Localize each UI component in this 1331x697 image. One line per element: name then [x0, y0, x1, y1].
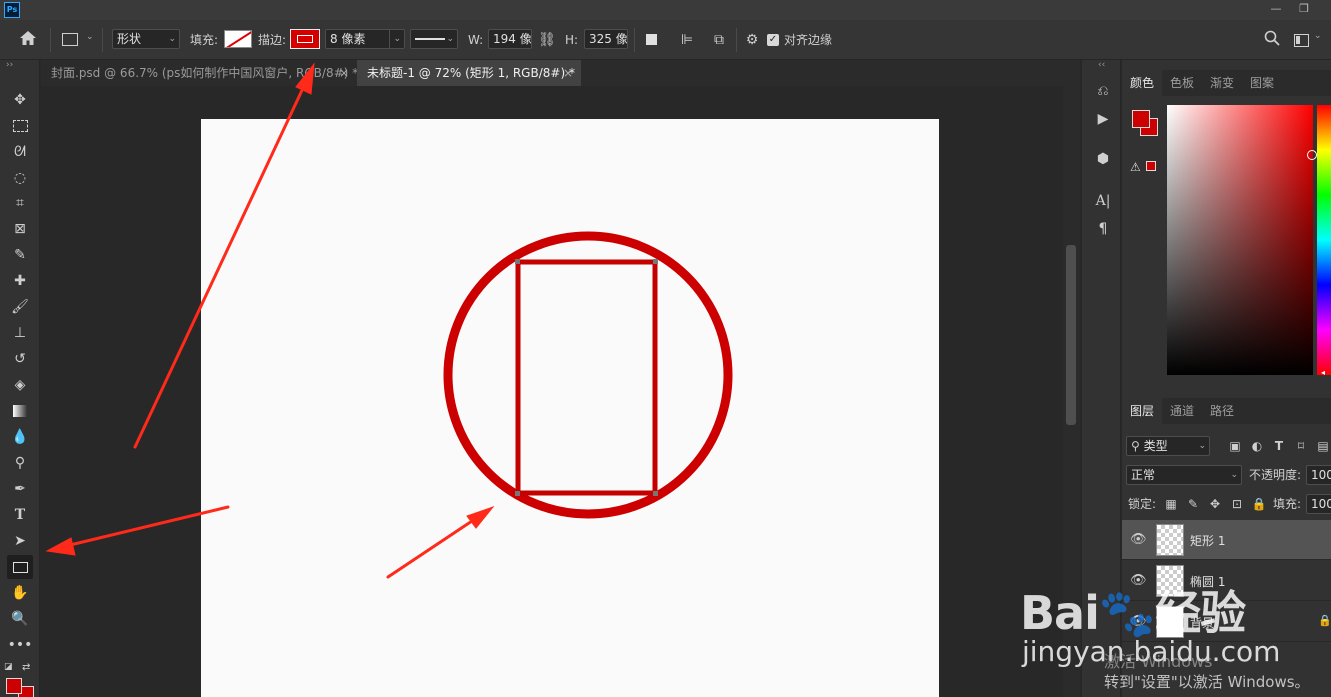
lock-label: 锁定: [1128, 497, 1157, 511]
layer-name: 矩形 1 [1190, 534, 1226, 548]
lock-position-icon[interactable]: ✥ [1206, 494, 1224, 514]
right-panels: 颜色 色板 渐变 图案 ⚠ ◂ 图层 通道 路径 ⚲ 类型 ⌄ ▣ ◐ T ⌑ … [1122, 60, 1331, 697]
actions-play-icon[interactable]: ▶ [1092, 108, 1114, 130]
pixel-layer-filter-icon[interactable]: ▣ [1226, 436, 1244, 456]
tab-color[interactable]: 颜色 [1122, 70, 1162, 96]
ellipse-1-shape [443, 231, 733, 519]
shape-layer-filter-icon[interactable]: ⌑ [1292, 436, 1310, 456]
tab-gradients[interactable]: 渐变 [1202, 70, 1242, 96]
opacity-input[interactable]: 100 [1306, 465, 1331, 485]
type-layer-filter-icon[interactable]: T [1270, 436, 1288, 456]
rectangle-1-shape [515, 259, 658, 496]
visibility-eye-icon[interactable]: 👁 [1130, 532, 1147, 547]
fill-label: 填充: [1273, 497, 1302, 511]
tab-paths[interactable]: 路径 [1202, 398, 1242, 424]
smart-object-filter-icon[interactable]: ▤ [1314, 436, 1331, 456]
visibility-eye-icon[interactable]: 👁 [1130, 573, 1147, 588]
layer-row-ellipse-1[interactable]: 👁 椭圆 1 [1122, 561, 1331, 601]
restore-button[interactable]: ❐ [1290, 0, 1318, 20]
workspace-icon [1294, 34, 1309, 47]
layer-thumbnail [1156, 524, 1184, 556]
collapse-icon[interactable]: ‹‹ [1098, 60, 1105, 70]
lock-all-icon[interactable]: 🔒 [1250, 494, 1268, 514]
lock-artboard-icon[interactable]: ⊡ [1228, 494, 1246, 514]
minimize-button[interactable]: — [1262, 0, 1290, 20]
layer-name: 椭圆 1 [1190, 575, 1226, 589]
visibility-eye-icon[interactable]: 👁 [1130, 614, 1147, 629]
chevron-down-icon: ⌄ [1314, 31, 1322, 41]
layer-filter-select[interactable]: ⚲ 类型 ⌄ [1126, 436, 1210, 456]
search-icon[interactable] [1262, 30, 1282, 52]
canvas-shapes [45, 62, 733, 579]
tab-layers[interactable]: 图层 [1122, 398, 1162, 424]
panel-foreground-swatch[interactable] [1132, 110, 1150, 128]
blend-mode-select[interactable]: 正常 ⌄ [1126, 465, 1242, 485]
panel-dock: ‹‹ ⎌ ▶ ⬢ A| ¶ [1081, 60, 1121, 697]
lock-image-pixels-icon[interactable]: ✎ [1184, 494, 1202, 514]
annotation-arrows [45, 62, 495, 579]
windows-activation-title: 激活 Windows [1104, 652, 1213, 671]
workspace-switcher[interactable]: ⌄ [1294, 31, 1324, 49]
layer-row-background[interactable]: 👁 背景 🔒 [1122, 602, 1331, 642]
windows-activation-hint: 转到"设置"以激活 Windows。 [1104, 673, 1310, 691]
blend-mode-value: 正常 [1131, 468, 1156, 482]
hue-slider[interactable] [1317, 105, 1331, 375]
tab-channels[interactable]: 通道 [1162, 398, 1202, 424]
chevron-down-icon: ⌄ [1198, 441, 1206, 451]
lock-icon: 🔒 [1318, 614, 1331, 627]
scrollbar-thumb[interactable] [1066, 245, 1076, 425]
adjustment-layer-filter-icon[interactable]: ◐ [1248, 436, 1266, 456]
tab-swatches[interactable]: 色板 [1162, 70, 1202, 96]
lock-transparency-icon[interactable]: ▦ [1162, 494, 1180, 514]
3d-icon[interactable]: ⬢ [1092, 148, 1114, 170]
gamut-color-swatch[interactable] [1146, 161, 1156, 171]
history-icon[interactable]: ⎌ [1092, 80, 1114, 102]
layer-thumbnail [1156, 565, 1184, 597]
layer-name: 背景 [1190, 616, 1215, 630]
search-icon: ⚲ [1131, 439, 1144, 453]
paragraph-icon[interactable]: ¶ [1092, 218, 1114, 240]
color-panel-tabs: 颜色 色板 渐变 图案 [1122, 70, 1331, 96]
path-anchor-points [515, 259, 658, 496]
layer-row-rectangle-1[interactable]: 👁 矩形 1 [1122, 520, 1331, 560]
chevron-down-icon: ⌄ [1230, 470, 1238, 480]
layer-thumbnail [1156, 606, 1184, 638]
layers-panel-tabs: 图层 通道 路径 [1122, 398, 1331, 424]
tab-patterns[interactable]: 图案 [1242, 70, 1282, 96]
photoshop-window: Ps — ❐ ⌄ 形状 ⌄ 填充: 描边: 8 像素 ⌄ ⌄ W: 194 像 … [0, 0, 1331, 697]
opacity-label: 不透明度: [1249, 468, 1302, 482]
fill-input[interactable]: 100 [1306, 494, 1331, 514]
layer-filter-value: 类型 [1143, 439, 1168, 453]
hue-slider-handle[interactable]: ◂ [1321, 368, 1325, 377]
gamut-warning-icon[interactable]: ⚠ [1130, 160, 1141, 174]
color-picker-cursor[interactable] [1307, 150, 1317, 160]
color-picker-field[interactable] [1167, 105, 1313, 375]
character-icon[interactable]: A| [1092, 190, 1114, 212]
